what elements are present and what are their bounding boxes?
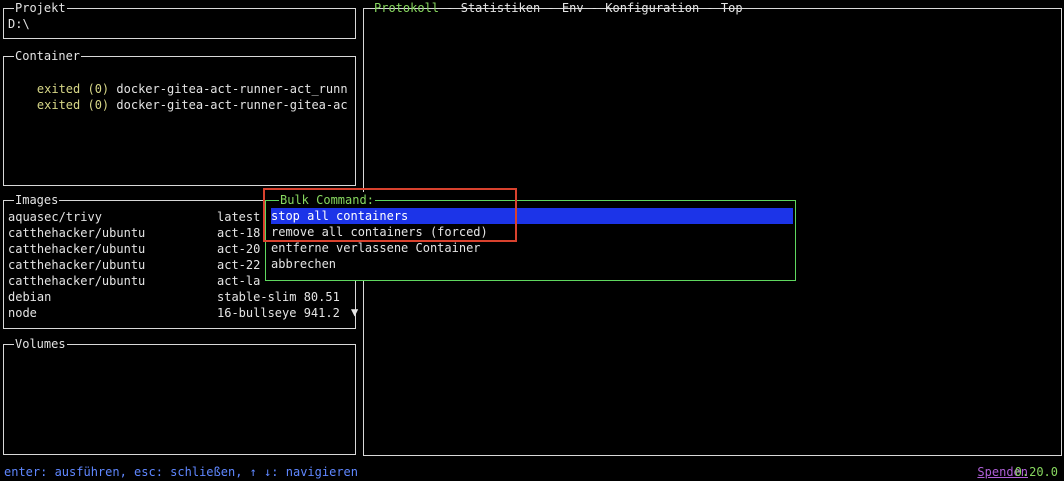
image-tag: 16-bullseye 941.2 bbox=[217, 306, 340, 320]
image-name: aquasec/trivy bbox=[8, 210, 102, 224]
tab-separator: - bbox=[540, 1, 562, 15]
tab-separator: - bbox=[699, 1, 721, 15]
tab-bar: Protokoll - Statistiken - Env - Konfigur… bbox=[374, 0, 743, 16]
container-status: exited (0) bbox=[36, 98, 110, 112]
tab-konfiguration[interactable]: Konfiguration bbox=[605, 1, 699, 15]
tab-top[interactable]: Top bbox=[721, 1, 743, 15]
bulk-command-option[interactable]: entferne verlassene Container bbox=[271, 240, 481, 256]
image-tag: act-22 bbox=[217, 258, 261, 272]
image-tag: act-18 bbox=[217, 226, 261, 240]
image-name: catthehacker/ubuntu bbox=[8, 226, 146, 240]
project-panel[interactable]: Projekt D:\ bbox=[3, 0, 356, 39]
image-name: catthehacker/ubuntu bbox=[8, 274, 146, 288]
volumes-panel-title: Volumes bbox=[14, 336, 67, 352]
image-name: debian bbox=[8, 290, 52, 304]
image-tag: latest bbox=[217, 210, 261, 224]
project-path: D:\ bbox=[8, 17, 30, 31]
image-name: catthehacker/ubuntu bbox=[8, 258, 146, 272]
volumes-panel[interactable]: Volumes bbox=[3, 336, 356, 455]
container-name: docker-gitea-act-runner-gitea-ac bbox=[116, 98, 348, 112]
tab-protokoll[interactable]: Protokoll bbox=[374, 1, 439, 15]
image-name: catthehacker/ubuntu bbox=[8, 242, 146, 256]
tab-env[interactable]: Env bbox=[562, 1, 584, 15]
tab-separator: - bbox=[583, 1, 606, 15]
keyboard-hint: enter: ausführen, esc: schließen, ↑ ↓: n… bbox=[4, 465, 359, 479]
container-panel[interactable]: Container exited (0) docker-gitea-act-ru… bbox=[3, 48, 356, 186]
image-tag: stable-slim 80.51 bbox=[217, 290, 340, 304]
container-panel-title: Container bbox=[14, 48, 82, 64]
version-label: 0.20.0 bbox=[1014, 465, 1058, 479]
images-panel-title: Images bbox=[14, 192, 60, 208]
project-panel-title: Projekt bbox=[14, 0, 67, 16]
scroll-down-arrow-icon[interactable]: ▼ bbox=[351, 304, 358, 320]
image-name: node bbox=[8, 306, 37, 320]
bulk-command-option[interactable]: stop all containers bbox=[271, 208, 793, 224]
container-row[interactable]: exited (0) docker-gitea-act-runner-gitea… bbox=[8, 81, 348, 129]
image-tag: act-20 bbox=[217, 242, 261, 256]
bulk-command-option[interactable]: abbrechen bbox=[271, 256, 336, 272]
image-tag: act-la bbox=[217, 274, 261, 288]
tab-separator: - bbox=[439, 1, 461, 15]
bulk-command-title: Bulk Command: bbox=[279, 192, 375, 208]
tab-statistiken[interactable]: Statistiken bbox=[461, 1, 540, 15]
bulk-command-option[interactable]: remove all containers (forced) bbox=[271, 224, 488, 240]
bulk-command-modal[interactable]: Bulk Command: stop all containers remove … bbox=[265, 192, 796, 281]
